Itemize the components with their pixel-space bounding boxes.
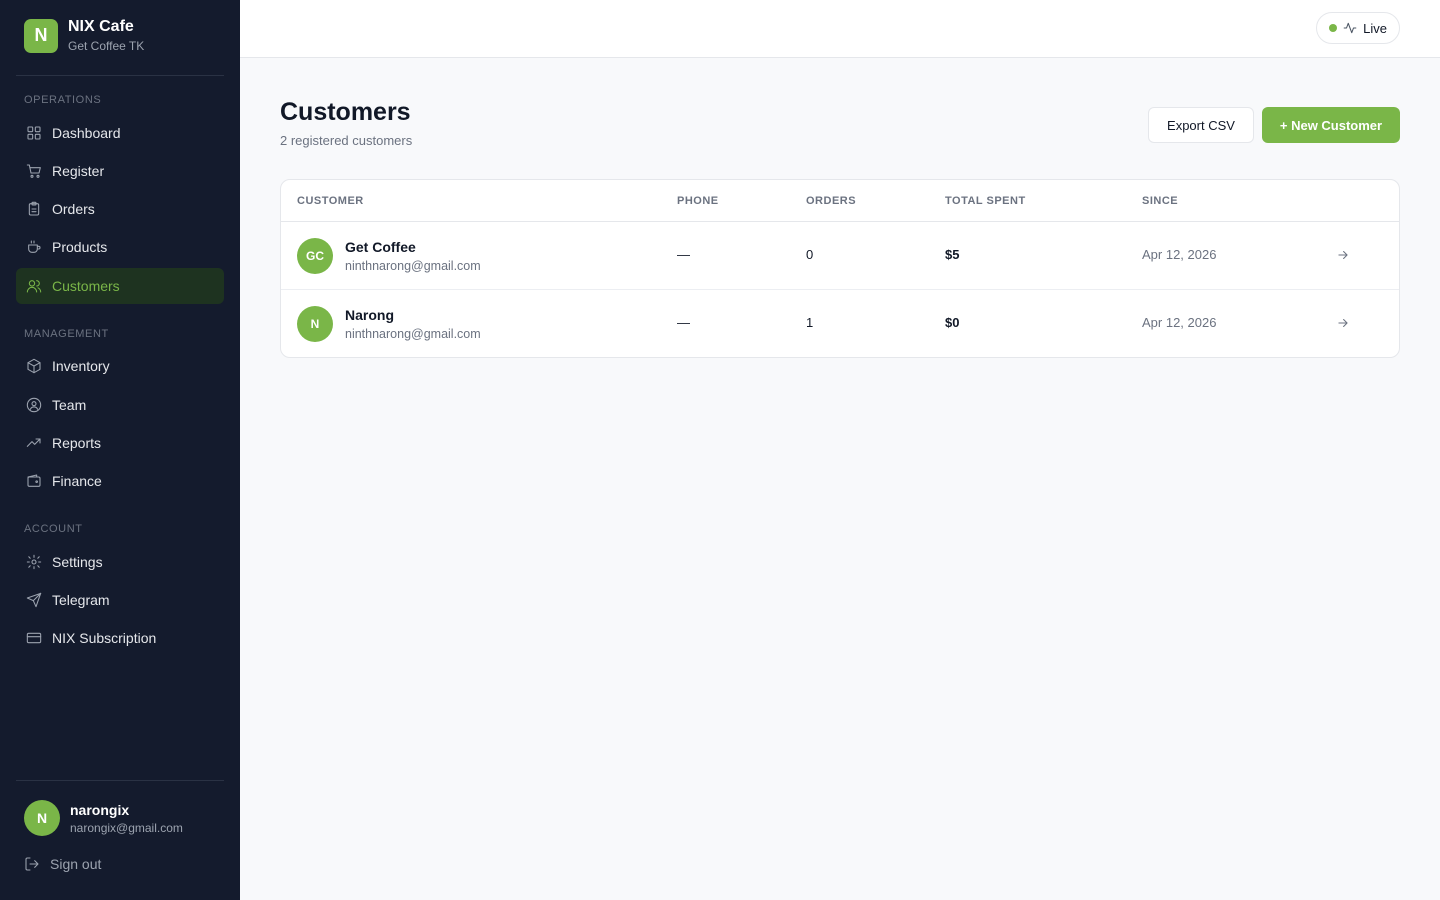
avatar: GC (297, 238, 333, 274)
sidebar-item-orders[interactable]: Orders (16, 191, 224, 227)
section-label-management: MANAGEMENT (24, 328, 109, 340)
customer-name: Get Coffee (345, 239, 416, 255)
sidebar-item-label: Team (52, 397, 87, 413)
sign-out-label: Sign out (50, 856, 102, 872)
column-header-phone: PHONE (677, 195, 719, 207)
sidebar-item-products[interactable]: Products (16, 229, 224, 265)
customer-total-spent: $5 (945, 247, 960, 262)
sidebar-item-label: Reports (52, 435, 102, 451)
sidebar-item-label: Settings (52, 554, 103, 570)
brand-logo: N (24, 18, 58, 53)
brand-name: NIX Cafe (68, 18, 134, 35)
wallet-icon (26, 473, 42, 489)
users-icon (26, 278, 42, 294)
customer-orders: 0 (806, 247, 814, 262)
customer-phone: — (677, 315, 690, 330)
table-row[interactable]: GC Get Coffee ninthnarong@gmail.com — 0 … (281, 222, 1399, 290)
activity-icon (1343, 22, 1357, 34)
page-title: Customers (280, 98, 411, 126)
customer-since: Apr 12, 2026 (1142, 247, 1217, 262)
sidebar-item-dashboard[interactable]: Dashboard (16, 115, 224, 151)
new-customer-button[interactable]: + New Customer (1262, 107, 1400, 143)
user-profile[interactable]: N narongix narongix@gmail.com (24, 800, 183, 836)
sidebar-item-register[interactable]: Register (16, 153, 224, 189)
live-status-badge[interactable]: Live (1316, 12, 1400, 44)
cart-icon (26, 163, 42, 179)
sidebar: N NIX Cafe Get Coffee TK OPERATIONS Dash… (0, 0, 240, 900)
live-label: Live (1363, 20, 1387, 36)
sidebar-item-label: Products (52, 239, 108, 255)
coffee-cup-icon (26, 239, 42, 255)
sidebar-divider (16, 75, 224, 76)
customer-total-spent: $0 (945, 315, 960, 330)
send-icon (26, 592, 42, 608)
column-header-customer: CUSTOMER (297, 195, 364, 207)
status-dot-icon (1329, 24, 1338, 32)
credit-card-icon (26, 630, 42, 646)
customer-email: ninthnarong@gmail.com (345, 259, 481, 273)
trending-up-icon (26, 435, 42, 451)
sign-out-button[interactable]: Sign out (24, 856, 101, 872)
sidebar-item-inventory[interactable]: Inventory (16, 348, 224, 384)
sidebar-item-nix-subscription[interactable]: NIX Subscription (16, 620, 224, 656)
arrow-right-icon[interactable] (1336, 316, 1350, 330)
sidebar-item-customers[interactable]: Customers (16, 268, 224, 304)
sidebar-item-team[interactable]: Team (16, 387, 224, 423)
user-email: narongix@gmail.com (70, 820, 183, 835)
customer-phone: — (677, 247, 690, 262)
user-name: narongix (70, 801, 130, 818)
gear-icon (26, 554, 42, 570)
clipboard-icon (26, 201, 42, 217)
sidebar-item-label: Dashboard (52, 125, 121, 141)
sidebar-item-settings[interactable]: Settings (16, 544, 224, 580)
user-circle-icon (26, 397, 42, 413)
export-csv-button[interactable]: Export CSV (1148, 107, 1254, 143)
page-subtitle: 2 registered customers (280, 133, 413, 148)
sidebar-item-label: Register (52, 163, 105, 179)
section-label-account: ACCOUNT (24, 523, 83, 535)
avatar: N (297, 306, 333, 342)
sidebar-item-label: Orders (52, 201, 95, 217)
arrow-right-icon[interactable] (1336, 248, 1350, 262)
brand[interactable]: N NIX Cafe Get Coffee TK (24, 18, 144, 53)
topbar: Live (240, 0, 1440, 58)
sidebar-item-label: Finance (52, 473, 102, 489)
table-header: CUSTOMER PHONE ORDERS TOTAL SPENT SINCE (281, 180, 1399, 222)
sidebar-item-label: NIX Subscription (52, 630, 157, 646)
brand-subtitle: Get Coffee TK (68, 39, 145, 53)
logout-icon (25, 857, 39, 871)
sidebar-item-label: Telegram (52, 592, 110, 608)
sidebar-item-reports[interactable]: Reports (16, 425, 224, 461)
customer-since: Apr 12, 2026 (1142, 315, 1217, 330)
sidebar-item-telegram[interactable]: Telegram (16, 582, 224, 618)
customers-table: CUSTOMER PHONE ORDERS TOTAL SPENT SINCE … (280, 179, 1400, 358)
section-label-operations: OPERATIONS (24, 94, 102, 106)
sidebar-item-label: Customers (52, 278, 120, 294)
column-header-total-spent: TOTAL SPENT (945, 195, 1026, 207)
sidebar-divider (16, 780, 224, 781)
sidebar-item-finance[interactable]: Finance (16, 463, 224, 499)
grid-icon (26, 125, 42, 141)
customer-orders: 1 (806, 315, 814, 330)
avatar: N (24, 800, 60, 836)
customer-name: Narong (345, 307, 394, 323)
table-row[interactable]: N Narong ninthnarong@gmail.com — 1 $0 Ap… (281, 290, 1399, 357)
column-header-orders: ORDERS (806, 195, 857, 207)
customer-email: ninthnarong@gmail.com (345, 327, 481, 341)
sidebar-item-label: Inventory (52, 358, 110, 374)
column-header-since: SINCE (1142, 195, 1179, 207)
package-icon (26, 358, 42, 374)
